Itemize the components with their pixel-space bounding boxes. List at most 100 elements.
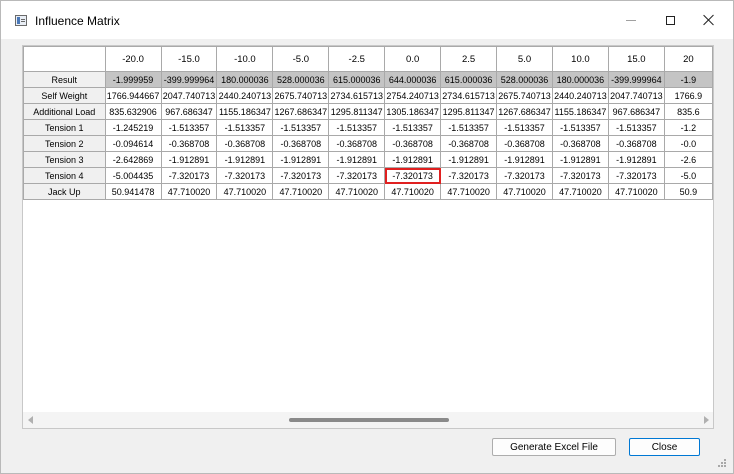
table-cell[interactable]: -1.912891 [607,151,665,168]
table-cell[interactable]: -1.912891 [216,151,274,168]
table-cell[interactable]: 644.000036 [384,71,442,88]
table-cell[interactable]: 47.710020 [160,183,218,200]
scroll-right-arrow-icon[interactable] [704,416,709,424]
table-cell[interactable]: -5.004435 [104,167,162,184]
table-cell[interactable]: -1.513357 [607,119,665,136]
table-cell[interactable]: 967.686347 [160,103,218,120]
table-cell[interactable]: 835.6 [663,103,713,120]
scroll-left-arrow-icon[interactable] [28,416,33,424]
table-cell[interactable]: 1295.811347 [440,103,498,120]
table-cell[interactable]: 47.710020 [328,183,386,200]
table-cell[interactable]: -1.513357 [440,119,498,136]
table-cell[interactable]: -1.245219 [104,119,162,136]
column-header[interactable]: 20 [663,46,713,72]
table-cell[interactable]: 2675.740713 [496,87,553,104]
table-cell[interactable]: 1267.686347 [496,103,553,120]
table-cell[interactable]: -7.320173 [551,167,609,184]
column-header[interactable]: 10.0 [551,46,609,72]
table-cell[interactable]: -0.0 [663,135,713,152]
table-cell[interactable]: 1267.686347 [272,103,330,120]
table-cell[interactable]: 2675.740713 [272,87,330,104]
table-cell[interactable]: -0.368708 [160,135,218,152]
table-cell[interactable]: -0.368708 [607,135,665,152]
table-cell[interactable]: -1.513357 [328,119,386,136]
column-header[interactable]: -15.0 [160,46,218,72]
table-cell[interactable]: 1155.186347 [551,103,609,120]
table-cell[interactable]: 528.000036 [496,71,553,88]
table-cell[interactable]: -1.912891 [496,151,553,168]
table-cell[interactable]: -0.368708 [328,135,386,152]
table-cell[interactable]: -399.999964 [607,71,665,88]
table-cell[interactable]: 835.632906 [104,103,162,120]
table-cell[interactable]: -1.912891 [384,151,442,168]
table-cell[interactable]: -1.513357 [216,119,274,136]
table-cell[interactable]: -7.320173 [328,167,386,184]
table-cell[interactable]: -1.513357 [160,119,218,136]
table-cell[interactable]: 2734.615713 [328,87,386,104]
table-cell[interactable]: 2440.240713 [551,87,609,104]
generate-excel-button[interactable]: Generate Excel File [492,438,616,456]
table-cell[interactable]: 2440.240713 [216,87,274,104]
table-cell[interactable]: -0.094614 [104,135,162,152]
row-header[interactable]: Additional Load [23,103,106,120]
table-cell[interactable]: 47.710020 [496,183,553,200]
table-cell[interactable]: 2047.740713 [607,87,665,104]
table-cell[interactable]: -0.368708 [384,135,442,152]
table-cell[interactable]: 180.000036 [551,71,609,88]
table-cell[interactable]: -5.0 [663,167,713,184]
column-header[interactable]: 15.0 [607,46,665,72]
table-cell[interactable]: -1.912891 [551,151,609,168]
table-cell[interactable]: -1.999959 [104,71,162,88]
row-header[interactable]: Tension 1 [23,119,106,136]
table-cell[interactable]: 180.000036 [216,71,274,88]
table-cell[interactable]: 2754.240713 [384,87,442,104]
row-header[interactable]: Tension 2 [23,135,106,152]
table-cell[interactable]: -1.9 [663,71,713,88]
table-cell[interactable]: 47.710020 [216,183,274,200]
table-cell[interactable]: -7.320173 [440,167,498,184]
row-header[interactable]: Tension 3 [23,151,106,168]
table-cell[interactable]: -7.320173 [607,167,665,184]
table-cell[interactable]: 47.710020 [384,183,442,200]
table-cell[interactable]: -1.513357 [496,119,553,136]
resize-grip-icon[interactable] [717,458,727,468]
table-cell[interactable]: -7.320173 [272,167,330,184]
table-cell[interactable]: -1.513357 [384,119,442,136]
horizontal-scrollbar[interactable] [23,412,713,428]
table-cell[interactable]: -1.912891 [272,151,330,168]
column-header[interactable]: -20.0 [104,46,162,72]
column-header[interactable]: 5.0 [496,46,553,72]
column-header[interactable]: 0.0 [384,46,442,72]
table-cell[interactable]: 528.000036 [272,71,330,88]
table-cell[interactable]: 1155.186347 [216,103,274,120]
table-cell[interactable]: 47.710020 [440,183,498,200]
column-header[interactable]: 2.5 [440,46,498,72]
table-cell[interactable]: 50.941478 [104,183,162,200]
table-cell[interactable]: -7.320173 [216,167,274,184]
table-cell[interactable]: 615.000036 [328,71,386,88]
table-cell[interactable]: 1295.811347 [328,103,386,120]
influence-matrix-grid[interactable]: -20.0 -15.0 -10.0 -5.0 -2.5 0.0 2.5 5.0 10.0 15.0… [22,45,714,429]
table-cell[interactable]: -1.912891 [328,151,386,168]
table-cell[interactable]: -1.912891 [440,151,498,168]
table-cell[interactable]: 967.686347 [607,103,665,120]
selected-table-cell[interactable]: -7.320173 [384,167,442,184]
table-cell[interactable]: -0.368708 [216,135,274,152]
table-cell[interactable]: -1.513357 [272,119,330,136]
table-cell[interactable]: -2.6 [663,151,713,168]
row-header[interactable]: Jack Up [23,183,106,200]
table-cell[interactable]: 47.710020 [607,183,665,200]
table-cell[interactable]: 1305.186347 [384,103,442,120]
table-cell[interactable]: -7.320173 [160,167,218,184]
table-cell[interactable]: 47.710020 [272,183,330,200]
table-cell[interactable]: 615.000036 [440,71,498,88]
column-header[interactable]: -5.0 [272,46,330,72]
table-cell[interactable]: -7.320173 [496,167,553,184]
row-header[interactable]: Self Weight [23,87,106,104]
table-cell[interactable]: -0.368708 [272,135,330,152]
table-cell[interactable]: -2.642869 [104,151,162,168]
table-cell[interactable]: 2734.615713 [440,87,498,104]
title-bar[interactable]: Influence Matrix [1,1,733,39]
table-cell[interactable]: 1766.944667 [104,87,162,104]
table-cell[interactable]: -0.368708 [551,135,609,152]
